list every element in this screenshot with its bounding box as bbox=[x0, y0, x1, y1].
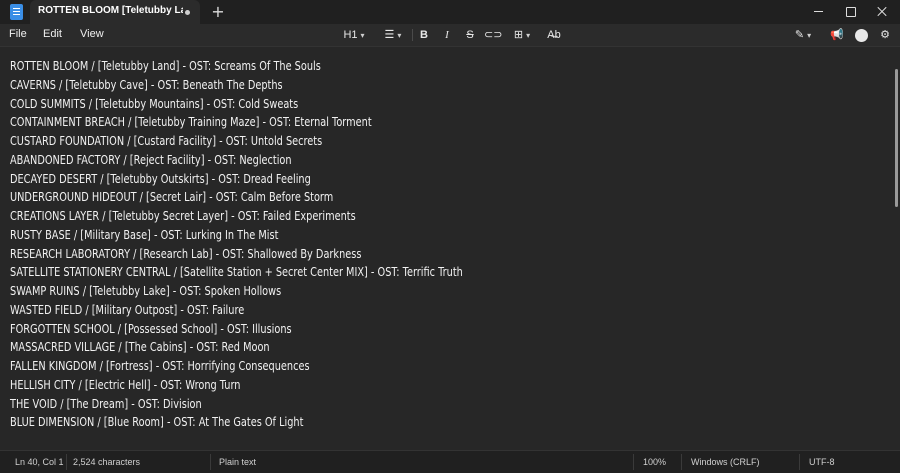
line-ending[interactable]: Windows (CRLF) bbox=[691, 457, 760, 467]
editor-line: SWAMP RUINS / [Teletubby Lake] - OST: Sp… bbox=[10, 283, 282, 298]
menu-bar: File Edit View H1 ▾ ☰ ▾ B I S ⊂⊃ ⊞ ▾ A̶b ✎ ▾… bbox=[0, 24, 900, 46]
status-divider bbox=[799, 454, 800, 470]
menu-file[interactable]: File bbox=[9, 28, 27, 40]
cursor-position: Ln 40, Col 1 bbox=[15, 457, 64, 467]
maximize-button[interactable] bbox=[832, 0, 868, 24]
megaphone-icon: 📢 bbox=[830, 29, 844, 41]
status-divider bbox=[681, 454, 682, 470]
editor-line: CAVERNS / [Teletubby Cave] - OST: Beneat… bbox=[10, 76, 283, 92]
list-icon: ☰ bbox=[384, 29, 395, 41]
menu-edit[interactable]: Edit bbox=[43, 28, 62, 40]
status-divider bbox=[633, 454, 634, 470]
encoding[interactable]: UTF-8 bbox=[809, 457, 835, 467]
chevron-down-icon: ▾ bbox=[397, 31, 402, 40]
link-button[interactable]: ⊂⊃ bbox=[484, 26, 502, 44]
minimize-button[interactable] bbox=[800, 0, 836, 24]
status-bar: Ln 40, Col 1 2,524 characters Plain text… bbox=[0, 450, 900, 473]
menu-view[interactable]: View bbox=[80, 28, 104, 40]
bold-button[interactable]: B bbox=[416, 26, 432, 44]
editor-line: SATELLITE STATIONERY CENTRAL / [Satellit… bbox=[10, 264, 463, 280]
table-icon: ⊞ bbox=[513, 29, 524, 41]
close-button[interactable] bbox=[864, 0, 900, 24]
editor-line: ABANDONED FACTORY / [Reject Facility] - … bbox=[10, 151, 292, 167]
spellcheck-button[interactable]: A̶b bbox=[545, 26, 563, 44]
editor-line: FORGOTTEN SCHOOL / [Possessed School] - … bbox=[10, 320, 292, 336]
format-mode[interactable]: Plain text bbox=[219, 457, 256, 467]
settings-button[interactable]: ⚙ bbox=[876, 26, 894, 44]
status-divider bbox=[210, 454, 211, 470]
list-dropdown[interactable]: ☰ ▾ bbox=[378, 26, 408, 44]
text-editor[interactable]: ROTTEN BLOOM / [Teletubby Land] - OST: S… bbox=[0, 46, 900, 450]
copilot-dropdown[interactable]: ✎ ▾ bbox=[788, 26, 818, 44]
chevron-down-icon: ▾ bbox=[526, 31, 531, 40]
editor-line: CREATIONS LAYER / [Teletubby Secret Laye… bbox=[10, 208, 356, 223]
status-divider bbox=[66, 454, 67, 470]
editor-line: DECAYED DESERT / [Teletubby Outskirts] -… bbox=[10, 170, 311, 186]
editor-line: UNDERGROUND HIDEOUT / [Secret Lair] - OS… bbox=[10, 189, 334, 205]
copilot-icon: ✎ bbox=[794, 29, 805, 41]
tab-active[interactable]: ROTTEN BLOOM [Teletubby Land]· bbox=[30, 0, 200, 24]
heading-dropdown[interactable]: H1 ▾ bbox=[336, 26, 372, 44]
editor-line: BLUE DIMENSION / [Blue Room] - OST: At T… bbox=[10, 414, 304, 430]
editor-line: MASSACRED VILLAGE / [The Cabins] - OST: … bbox=[10, 339, 270, 355]
editor-line: RESEARCH LABORATORY / [Research Lab] - O… bbox=[10, 245, 362, 261]
spellcheck-icon: A̶b bbox=[547, 29, 561, 41]
tab-title: ROTTEN BLOOM [Teletubby Land]· bbox=[38, 5, 183, 16]
title-bar: ROTTEN BLOOM [Teletubby Land]· + bbox=[0, 0, 900, 24]
editor-line: COLD SUMMITS / [Teletubby Mountains] - O… bbox=[10, 95, 299, 111]
strikethrough-button[interactable]: S bbox=[462, 26, 478, 44]
editor-line: HELLISH CITY / [Electric Hell] - OST: Wr… bbox=[10, 376, 241, 392]
editor-line: ROTTEN BLOOM / [Teletubby Land] - OST: S… bbox=[10, 58, 321, 73]
editor-line: WASTED FIELD / [Military Outpost] - OST:… bbox=[10, 301, 245, 317]
account-button[interactable] bbox=[852, 26, 870, 44]
chevron-down-icon: ▾ bbox=[360, 31, 365, 40]
editor-line: FALLEN KINGDOM / [Fortress] - OST: Horri… bbox=[10, 358, 310, 373]
editor-line: CUSTARD FOUNDATION / [Custard Facility] … bbox=[10, 133, 323, 148]
vertical-scrollbar[interactable] bbox=[895, 69, 898, 207]
editor-line: RUSTY BASE / [Military Base] - OST: Lurk… bbox=[10, 226, 279, 242]
editor-line: THE VOID / [The Dream] - OST: Division bbox=[10, 395, 202, 411]
toolbar-divider bbox=[412, 29, 413, 41]
heading-label: H1 bbox=[343, 29, 358, 41]
editor-line: CONTAINMENT BREACH / [Teletubby Training… bbox=[10, 114, 372, 130]
italic-button[interactable]: I bbox=[439, 26, 455, 44]
editor-lines: ROTTEN BLOOM / [Teletubby Land] - OST: S… bbox=[10, 57, 880, 432]
unsaved-dot-icon[interactable] bbox=[185, 10, 190, 15]
chevron-down-icon: ▾ bbox=[807, 31, 812, 40]
zoom-level[interactable]: 100% bbox=[643, 457, 666, 467]
table-dropdown[interactable]: ⊞ ▾ bbox=[508, 26, 536, 44]
new-tab-button[interactable]: + bbox=[208, 2, 228, 22]
account-icon bbox=[854, 28, 868, 42]
notepad-app-icon bbox=[10, 4, 23, 20]
notifications-button[interactable]: 📢 bbox=[828, 26, 846, 44]
link-icon: ⊂⊃ bbox=[484, 29, 503, 41]
gear-icon: ⚙ bbox=[880, 29, 890, 41]
character-count: 2,524 characters bbox=[73, 457, 141, 467]
